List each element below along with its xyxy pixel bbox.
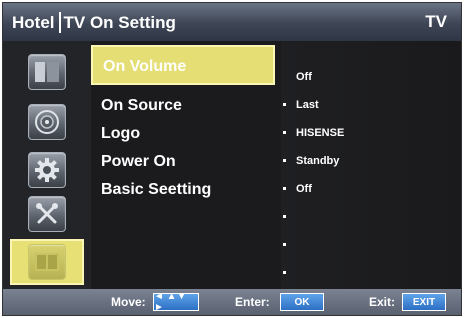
header-separator [58,12,61,33]
category-sidebar [3,41,91,289]
sound-icon [28,104,66,140]
value-empty-3 [281,263,296,283]
bullet-icon [283,214,286,218]
exit-button[interactable]: EXIT [402,293,446,311]
gear-icon [28,152,66,188]
value-empty-1 [281,207,296,227]
menu-list: On Volume On Source Logo Power On Basic … [91,41,281,289]
value-list: Off Last HISENSE Standby Off [281,41,461,289]
menu-item-basic-setting[interactable]: Basic Seetting [95,175,271,205]
ok-button[interactable]: OK [280,293,324,311]
header-title-hotel: Hotel [12,13,55,32]
enter-label: Enter: [235,295,270,309]
menu-item-logo[interactable]: Logo [95,119,271,149]
sidebar-item-setup[interactable] [10,147,84,193]
key-hint-bar: Move: ◄ ▲▼ ► Enter: OK Exit: EXIT [3,289,461,315]
value-power-on[interactable]: Standby [281,151,339,171]
move-arrows-button[interactable]: ◄ ▲▼ ► [153,291,199,313]
menu-item-on-source[interactable]: On Source [95,91,271,121]
bullet-icon [283,158,286,162]
menu-item-power-on[interactable]: Power On [95,147,271,177]
sidebar-item-sound[interactable] [10,99,84,145]
hotel-icon [28,244,66,280]
picture-icon [28,54,66,90]
header-source-label: TV [425,12,447,31]
value-logo[interactable]: HISENSE [281,123,344,143]
bullet-icon [283,102,286,106]
menu-item-on-volume[interactable]: On Volume [91,45,275,85]
exit-label: Exit: [369,295,396,309]
header-title: Hotel TV On Setting [12,12,176,33]
value-on-source[interactable]: Last [281,95,319,115]
bullet-icon [283,242,286,246]
value-basic-setting[interactable]: Off [281,179,312,199]
header-title-setting: TV On Setting [63,13,176,32]
sidebar-item-picture[interactable] [10,49,84,95]
menu-header: Hotel TV On Setting TV [3,3,461,41]
menu-body: On Volume On Source Logo Power On Basic … [3,41,461,289]
sidebar-item-tools[interactable] [10,191,84,237]
tv-menu-screen: Hotel TV On Setting TV On Volume On Sour… [2,2,462,316]
move-label: Move: [111,295,146,309]
value-empty-2 [281,235,296,255]
sidebar-item-hotel[interactable] [10,239,84,285]
value-on-volume[interactable]: Off [281,67,312,87]
bullet-icon [283,186,286,190]
tools-icon [28,196,66,232]
bullet-icon [283,270,286,274]
bullet-icon [283,130,286,134]
